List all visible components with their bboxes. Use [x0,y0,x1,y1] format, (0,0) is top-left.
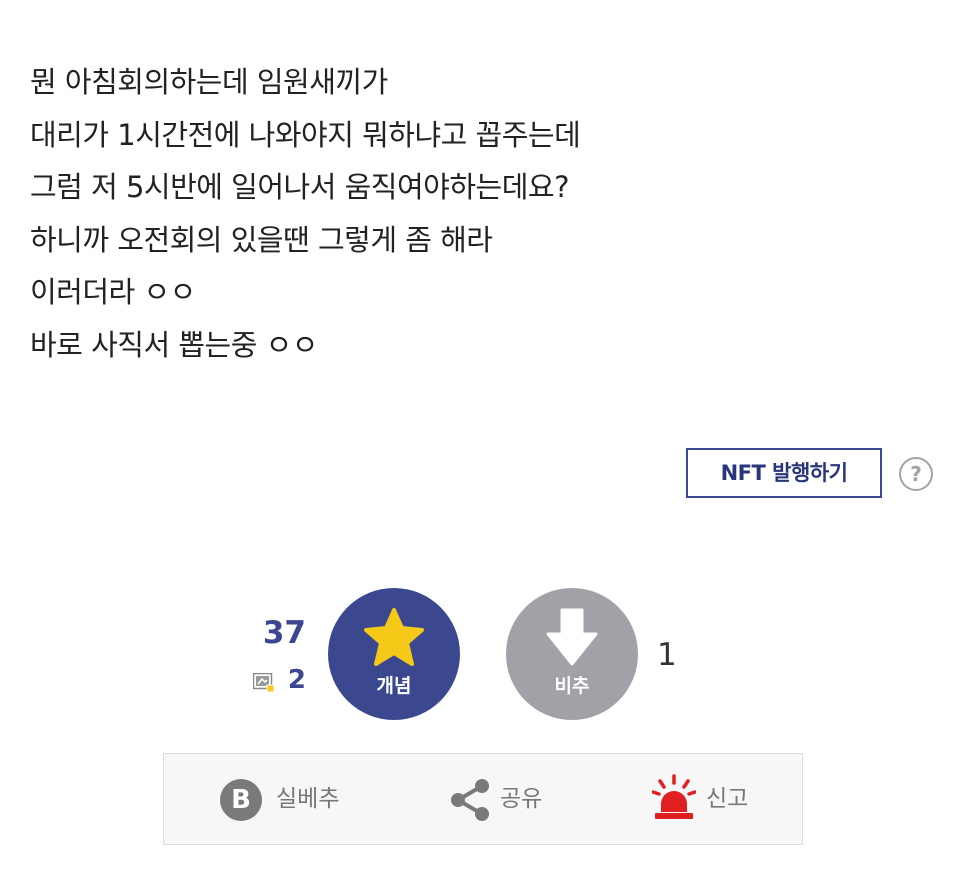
post-line: 하니까 오전회의 있을땐 그렇게 좀 해라 [30,222,493,257]
report-button[interactable]: 신고 [652,754,762,844]
help-icon[interactable]: ? [899,457,933,491]
vote-area: 37 2 개념 비추 1 [0,585,966,725]
star-icon [364,608,424,666]
fixed-upvote-count: 2 [250,665,306,695]
best-b-icon: B [220,779,262,821]
downvote-button[interactable]: 비추 [506,588,638,720]
post-line: 뭔 아침회의하는데 임원새끼가 [30,65,388,99]
upvote-button[interactable]: 개념 [328,588,460,720]
post-line: 대리가 1시간전에 나와야지 뭐하냐고 꼽주는데 [30,117,581,152]
upvote-label: 개념 [376,675,412,697]
post-line: 그럼 저 5시반에 일어나서 움직여야하는데요? [30,170,569,204]
post-body: 뭔 아침회의하는데 임원새끼가 대리가 1시간전에 나와야지 뭐하냐고 꼽주는데… [30,56,930,371]
upvote-count: 37 [262,615,306,651]
siren-icon [652,774,696,819]
downvote-count: 1 [657,637,677,673]
share-label: 공유 [500,786,543,812]
post-line: 이러더라 ㅇㅇ [30,275,196,309]
report-label: 신고 [706,786,749,812]
arrow-down-icon [546,608,598,666]
fixed-user-icon [253,673,275,693]
downvote-label: 비추 [554,675,590,697]
share-button[interactable]: 공유 [450,754,570,844]
recommend-best-button[interactable]: B 실베추 [220,754,360,844]
share-icon [451,779,489,821]
fixed-upvote-number: 2 [287,665,306,695]
nft-issue-button[interactable]: NFT 발행하기 [686,448,882,498]
action-bar: B 실베추 공유 신고 [163,753,803,845]
recommend-best-label: 실베추 [276,786,340,812]
post-line: 바로 사직서 뽑는중 ㅇㅇ [30,327,318,362]
